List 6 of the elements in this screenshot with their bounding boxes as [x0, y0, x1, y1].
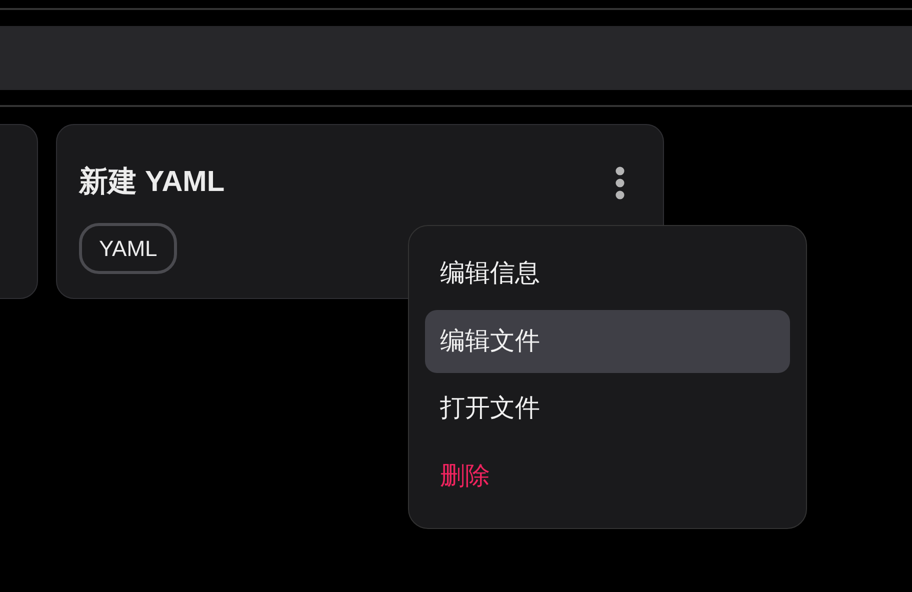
- tag: YAML: [79, 222, 178, 274]
- more-options-icon[interactable]: [615, 166, 625, 200]
- card-title: 新建 YAML: [79, 164, 225, 200]
- menu-item[interactable]: 删除: [425, 444, 790, 508]
- menu-item[interactable]: 打开文件: [425, 377, 790, 440]
- menu-item[interactable]: 编辑文件: [425, 310, 790, 373]
